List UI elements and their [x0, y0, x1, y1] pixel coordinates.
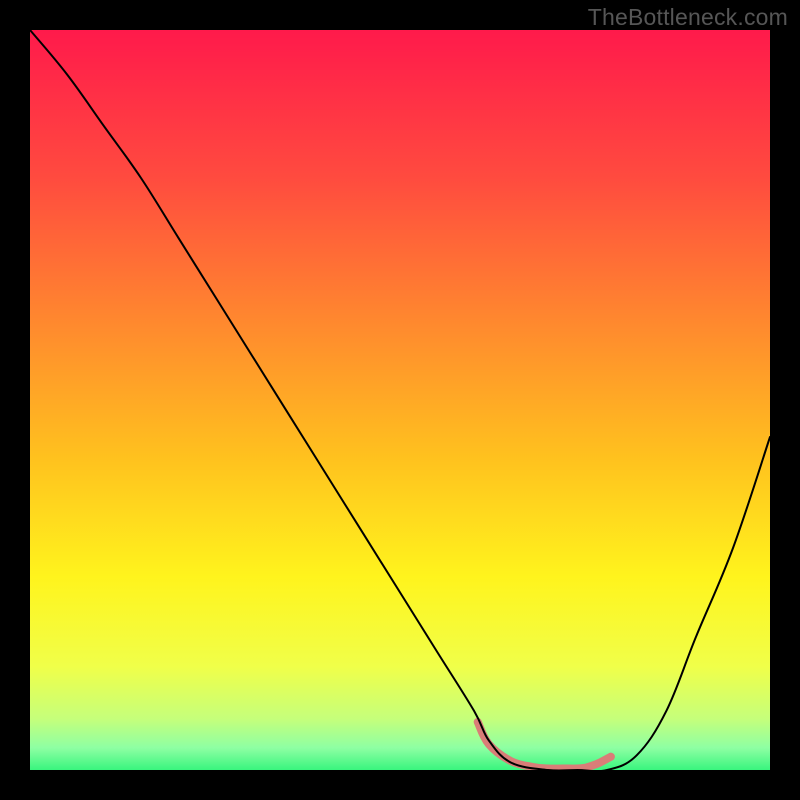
chart-frame: TheBottleneck.com	[0, 0, 800, 800]
chart-svg	[30, 30, 770, 770]
heat-background	[30, 30, 770, 770]
watermark-text: TheBottleneck.com	[588, 4, 788, 31]
chart-plot-area	[30, 30, 770, 770]
